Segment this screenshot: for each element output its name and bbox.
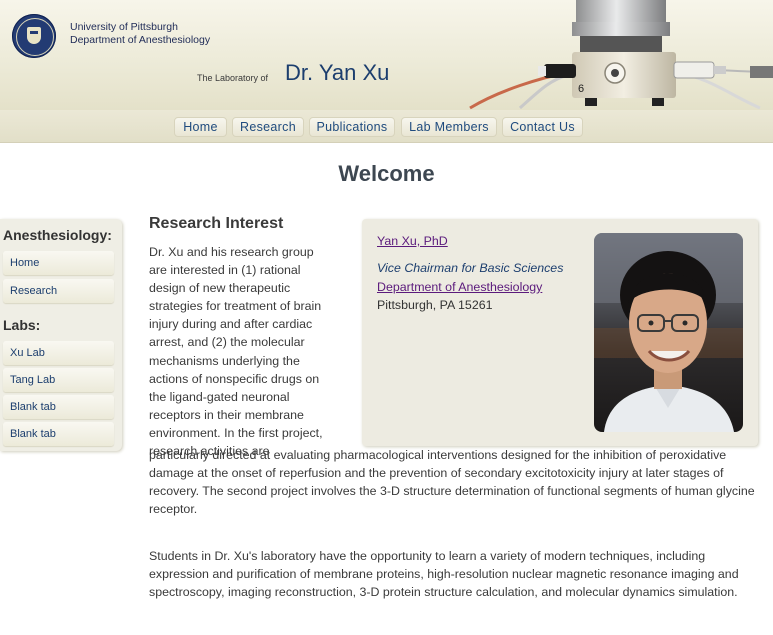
department-link[interactable]: Department of Anesthesiology	[377, 278, 582, 296]
sidebar-item-home[interactable]: Home	[3, 251, 114, 275]
research-paragraph-part1: Dr. Xu and his research group are intere…	[149, 245, 323, 459]
nav-lab-members[interactable]: Lab Members	[401, 117, 497, 137]
university-name: University of Pittsburgh	[70, 21, 178, 33]
site-header: University of Pittsburgh Department of A…	[0, 0, 773, 110]
sidebar-item-xu-lab[interactable]: Xu Lab	[3, 341, 114, 365]
lab-equipment-image: 6	[469, 0, 773, 110]
nav-home[interactable]: Home	[174, 117, 227, 137]
sidebar-item-tang-lab[interactable]: Tang Lab	[3, 368, 114, 392]
nav-publications[interactable]: Publications	[309, 117, 395, 137]
lab-prefix: The Laboratory of	[197, 73, 269, 83]
research-interest-heading: Research Interest	[149, 215, 284, 232]
profile-title: Vice Chairman for Basic Sciences	[377, 261, 564, 276]
sidebar-item-blank-tab-1[interactable]: Blank tab	[3, 395, 114, 419]
nav-research[interactable]: Research	[232, 117, 304, 137]
lab-title: Dr. Yan Xu	[285, 60, 390, 85]
main-nav: Home Research Publications Lab Members C…	[0, 117, 773, 137]
profile-address: Pittsburgh, PA 15261	[377, 297, 493, 312]
profile-name-link[interactable]: Yan Xu, PhD	[377, 232, 582, 250]
sidebar-heading-anesthesiology: Anesthesiology:	[3, 227, 112, 243]
department-name: Department of Anesthesiology	[70, 34, 211, 46]
university-block: University of Pittsburgh Department of A…	[70, 21, 210, 47]
sidebar-item-research[interactable]: Research	[3, 279, 114, 303]
page-title: Welcome	[338, 161, 435, 186]
sidebar-item-blank-tab-2[interactable]: Blank tab	[3, 422, 114, 446]
svg-text:6: 6	[578, 83, 584, 95]
students-paragraph: Students in Dr. Xu's laboratory have the…	[149, 549, 739, 600]
portrait-image	[594, 233, 743, 432]
sidebar-heading-labs: Labs:	[3, 317, 41, 333]
profile-photo	[594, 233, 743, 432]
research-paragraph-part2: particularly directed at evaluating phar…	[149, 448, 755, 517]
university-seal-logo[interactable]	[12, 14, 56, 58]
nav-contact-us[interactable]: Contact Us	[502, 117, 583, 137]
profile-info: Yan Xu, PhD Vice Chairman for Basic Scie…	[377, 232, 582, 314]
